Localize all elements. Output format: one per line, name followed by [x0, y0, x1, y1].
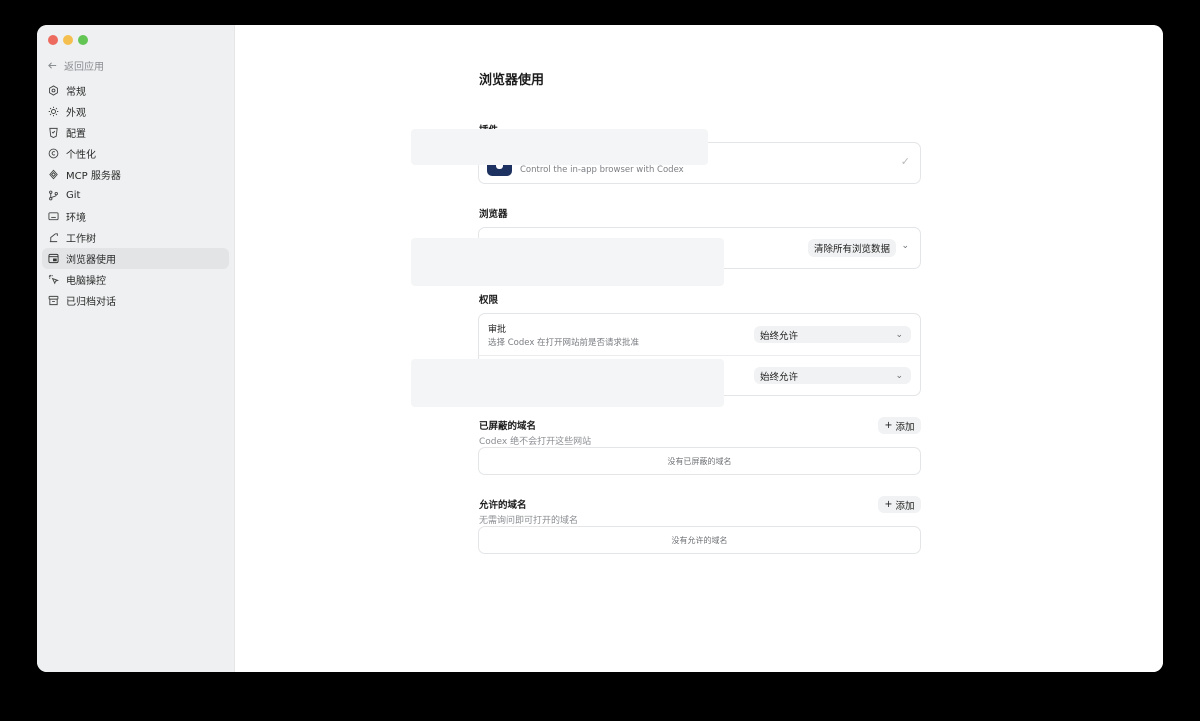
allowed-domains-list: 没有允许的域名 — [478, 526, 921, 554]
plugin-description: Control the in-app browser with Codex — [520, 165, 684, 175]
approval-select-value: 始终允许 — [760, 330, 799, 342]
sidebar: 返回应用 常规 外观 配置 个性化 MCP 服务器 Git 环境 工作树 浏览器… — [37, 25, 234, 672]
approval-title: 审批 — [488, 325, 507, 335]
redacted-block — [411, 238, 724, 286]
sidebar-item-label: 配置 — [66, 129, 86, 140]
allowed-empty-text: 没有允许的域名 — [671, 535, 728, 545]
sidebar-item-label: 环境 — [66, 213, 86, 224]
browser-section-label: 浏览器 — [479, 209, 508, 220]
checkmark-icon: ✓ — [900, 155, 910, 168]
arrow-left-icon — [48, 62, 57, 69]
back-to-app-button[interactable]: 返回应用 — [47, 58, 104, 73]
mcp-icon — [49, 169, 58, 180]
sidebar-item-label: 工作树 — [66, 234, 96, 245]
sidebar-item-label: 外观 — [66, 108, 86, 119]
archive-icon — [48, 295, 59, 306]
sidebar-item-environment[interactable]: 环境 — [42, 206, 229, 227]
add-blocked-domain-button[interactable]: + 添加 — [878, 417, 921, 434]
zoom-window-button[interactable] — [78, 35, 88, 45]
allowed-domains-title: 允许的域名 — [479, 500, 527, 511]
sidebar-item-label: 浏览器使用 — [66, 255, 116, 266]
sidebar-item-label: MCP 服务器 — [66, 171, 121, 182]
minimize-window-button[interactable] — [63, 35, 73, 45]
plus-icon: + — [884, 499, 893, 510]
clear-browsing-data-label: 清除所有浏览数据 — [814, 244, 891, 255]
sidebar-item-label: 常规 — [66, 87, 86, 98]
sidebar-item-archived[interactable]: 已归档对话 — [42, 290, 229, 311]
redacted-block — [411, 359, 724, 407]
redacted-block — [411, 129, 708, 165]
second-permission-value: 始终允许 — [760, 371, 799, 383]
page-title: 浏览器使用 — [479, 73, 545, 88]
add-label: 添加 — [895, 500, 915, 512]
monitor-icon — [48, 212, 59, 221]
sidebar-item-worktree[interactable]: 工作树 — [42, 227, 229, 248]
settings-window: 返回应用 常规 外观 配置 个性化 MCP 服务器 Git 环境 工作树 浏览器… — [37, 25, 1163, 672]
plus-icon: + — [884, 420, 893, 431]
sidebar-item-label: 已归档对话 — [66, 297, 116, 308]
blocked-domains-subtitle: Codex 绝不会打开这些网站 — [479, 437, 592, 447]
back-label: 返回应用 — [64, 62, 104, 73]
sidebar-item-config[interactable]: 配置 — [42, 122, 229, 143]
approval-select[interactable]: 始终允许 ⌄ — [754, 326, 911, 343]
personalize-icon — [48, 148, 59, 159]
second-permission-select[interactable]: 始终允许 ⌄ — [754, 367, 911, 384]
clear-browsing-data-button[interactable]: 清除所有浏览数据 — [808, 239, 897, 257]
sidebar-item-appearance[interactable]: 外观 — [42, 101, 229, 122]
pointer-icon — [48, 274, 59, 285]
gear-icon — [49, 85, 58, 96]
blocked-empty-text: 没有已屏蔽的域名 — [667, 456, 732, 466]
settings-nav: 常规 外观 配置 个性化 MCP 服务器 Git 环境 工作树 浏览器使用 电脑… — [42, 80, 229, 311]
sidebar-item-git[interactable]: Git — [42, 185, 229, 206]
add-label: 添加 — [895, 421, 915, 433]
sun-icon — [48, 106, 59, 117]
close-window-button[interactable] — [48, 35, 58, 45]
sidebar-item-personalize[interactable]: 个性化 — [42, 143, 229, 164]
chevron-down-icon[interactable]: ⌄ — [901, 241, 909, 251]
sidebar-item-general[interactable]: 常规 — [42, 80, 229, 101]
allowed-domains-subtitle: 无需询问即可打开的域名 — [479, 516, 579, 526]
add-allowed-domain-button[interactable]: + 添加 — [878, 496, 921, 513]
approval-subtitle: 选择 Codex 在打开网站前是否请求批准 — [488, 338, 640, 348]
sidebar-item-label: Git — [66, 190, 81, 201]
sidebar-item-label: 个性化 — [66, 150, 96, 161]
sidebar-item-browser-use[interactable]: 浏览器使用 — [42, 248, 229, 269]
blocked-domains-title: 已屏蔽的域名 — [479, 421, 537, 432]
browser-icon — [48, 253, 59, 264]
sidebar-item-label: 电脑操控 — [66, 276, 106, 287]
permissions-section-label: 权限 — [479, 295, 499, 306]
chevron-down-icon: ⌄ — [895, 329, 903, 340]
worktree-icon — [49, 233, 58, 243]
sidebar-item-mcp[interactable]: MCP 服务器 — [42, 164, 229, 185]
chevron-down-icon: ⌄ — [895, 370, 903, 381]
config-icon — [49, 127, 58, 138]
main-panel: 浏览器使用 插件 Control the in-app browser with… — [234, 25, 1163, 672]
blocked-domains-list: 没有已屏蔽的域名 — [478, 447, 921, 475]
approval-row: 审批 选择 Codex 在打开网站前是否请求批准 始终允许 ⌄ — [479, 314, 920, 355]
sidebar-item-computer-control[interactable]: 电脑操控 — [42, 269, 229, 290]
git-branch-icon — [49, 190, 58, 201]
